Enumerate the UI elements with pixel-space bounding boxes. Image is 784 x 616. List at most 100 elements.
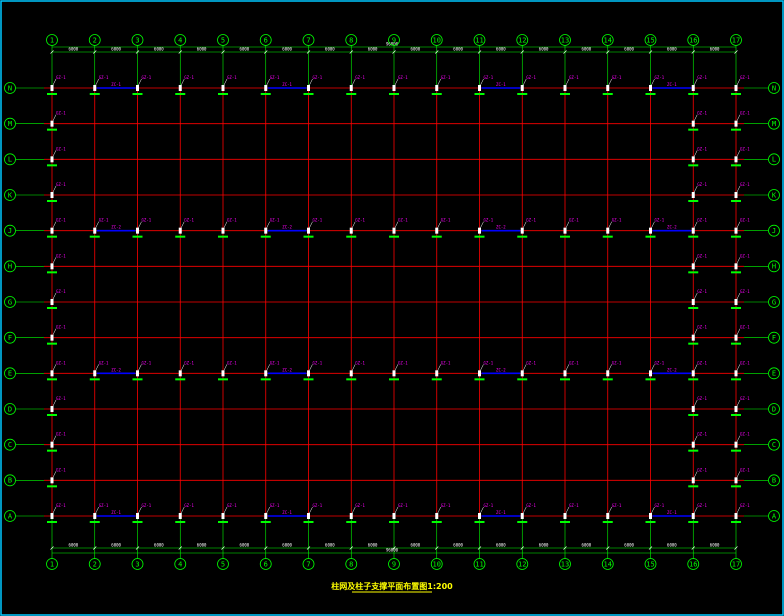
column-base-N5 xyxy=(218,93,228,95)
row-bubble-label-J: J xyxy=(8,227,12,235)
column-base-A15 xyxy=(645,521,656,523)
column-E13 xyxy=(563,370,567,377)
column-base-J12 xyxy=(517,235,528,238)
row-bubble-label-F: F xyxy=(772,334,776,342)
column-J6 xyxy=(264,227,268,234)
column-H1 xyxy=(50,263,54,270)
column-tag-N6: GZ-1 xyxy=(270,75,280,80)
column-base-E11 xyxy=(474,378,485,381)
column-E7 xyxy=(307,370,310,377)
column-tag-A1: GZ-1 xyxy=(56,503,66,508)
column-tag-B1: GZ-1 xyxy=(56,467,66,472)
column-M16 xyxy=(691,120,695,127)
row-bubble-label-C: C xyxy=(8,441,12,449)
column-base-A17 xyxy=(731,521,741,523)
column-base-A7 xyxy=(303,521,314,523)
column-B17 xyxy=(734,477,738,484)
column-tag-N14: GZ-1 xyxy=(612,75,622,80)
column-base-E4 xyxy=(175,378,186,381)
col-bubble-label-10: 10 xyxy=(433,560,441,568)
column-tag-N7: GZ-1 xyxy=(313,75,323,80)
column-tag-J3: GZ-1 xyxy=(142,218,152,223)
column-J7 xyxy=(307,227,310,234)
column-tag-E12: GZ-1 xyxy=(526,360,536,365)
row-bubble-label-J: J xyxy=(772,227,776,235)
column-base-E12 xyxy=(517,378,528,381)
column-K17 xyxy=(734,192,738,198)
column-base-A11 xyxy=(474,521,485,523)
column-M17 xyxy=(734,120,738,127)
column-tag-J5: GZ-1 xyxy=(227,218,237,223)
column-tag-D16: GZ-1 xyxy=(697,396,707,401)
column-base-A1 xyxy=(47,521,57,523)
column-base-J5 xyxy=(218,235,228,238)
column-A2 xyxy=(93,513,97,519)
column-tag-M17: GZ-1 xyxy=(740,111,750,116)
column-N14 xyxy=(606,85,610,91)
column-tag-F17: GZ-1 xyxy=(740,325,750,330)
column-base-N12 xyxy=(517,93,528,95)
column-base-J1 xyxy=(47,235,57,238)
column-tag-A12: GZ-1 xyxy=(526,503,536,508)
column-F17 xyxy=(734,334,738,341)
column-tag-F1: GZ-1 xyxy=(56,325,66,330)
dim-text: 6000 xyxy=(325,543,335,548)
col-bubble-label-10: 10 xyxy=(433,36,441,44)
brace-tag: ZC-1 xyxy=(111,82,121,87)
dim-text: 6000 xyxy=(282,543,292,548)
row-bubble-label-L: L xyxy=(772,156,776,164)
column-A9 xyxy=(392,513,396,519)
column-base-B17 xyxy=(731,485,741,488)
dim-text: 6000 xyxy=(240,543,250,548)
column-tag-K1: GZ-1 xyxy=(56,182,66,187)
col-bubble-label-8: 8 xyxy=(349,36,353,44)
column-tag-D17: GZ-1 xyxy=(740,396,750,401)
row-bubble-label-K: K xyxy=(772,191,777,199)
col-bubble-label-12: 12 xyxy=(518,560,526,568)
row-bubble-label-H: H xyxy=(772,263,776,271)
row-bubble-label-G: G xyxy=(772,298,776,306)
dim-text: 6000 xyxy=(710,47,720,52)
column-tag-N2: GZ-1 xyxy=(99,75,109,80)
column-E1 xyxy=(50,370,54,377)
column-tag-F16: GZ-1 xyxy=(697,325,707,330)
column-tag-N11: GZ-1 xyxy=(484,75,494,80)
column-N11 xyxy=(478,85,481,91)
column-N16 xyxy=(691,85,695,91)
column-tag-A6: GZ-1 xyxy=(270,503,280,508)
col-bubble-label-6: 6 xyxy=(264,36,268,44)
brace-tag: ZC-2 xyxy=(111,225,121,230)
column-base-A5 xyxy=(218,521,228,523)
row-bubble-label-D: D xyxy=(772,405,776,413)
column-base-D1 xyxy=(47,414,57,416)
column-base-J13 xyxy=(560,235,570,238)
brace-tag: ZC-2 xyxy=(667,225,677,230)
column-tag-E6: GZ-1 xyxy=(270,360,280,365)
column-tag-E3: GZ-1 xyxy=(142,360,152,365)
column-base-C17 xyxy=(731,449,741,452)
dim-text: 6000 xyxy=(496,47,506,52)
column-tag-M16: GZ-1 xyxy=(697,111,707,116)
column-A13 xyxy=(563,513,567,519)
column-tag-E2: GZ-1 xyxy=(99,360,109,365)
column-L16 xyxy=(691,156,695,163)
column-base-N13 xyxy=(560,93,570,95)
row-bubble-label-M: M xyxy=(772,120,776,128)
column-base-H16 xyxy=(688,271,699,274)
column-base-N17 xyxy=(731,93,741,95)
column-base-G17 xyxy=(731,307,741,309)
column-E16 xyxy=(691,370,695,377)
column-N1 xyxy=(50,85,54,91)
column-base-A2 xyxy=(89,521,100,523)
column-tag-A14: GZ-1 xyxy=(612,503,622,508)
column-tag-E17: GZ-1 xyxy=(740,360,750,365)
column-J1 xyxy=(50,227,54,234)
column-C1 xyxy=(50,441,54,448)
column-D16 xyxy=(691,406,695,412)
column-E3 xyxy=(136,370,139,377)
row-bubble-label-N: N xyxy=(772,84,776,92)
dim-text: 6000 xyxy=(667,543,677,548)
column-base-A12 xyxy=(517,521,528,523)
column-C16 xyxy=(691,441,695,448)
column-E10 xyxy=(435,370,439,377)
